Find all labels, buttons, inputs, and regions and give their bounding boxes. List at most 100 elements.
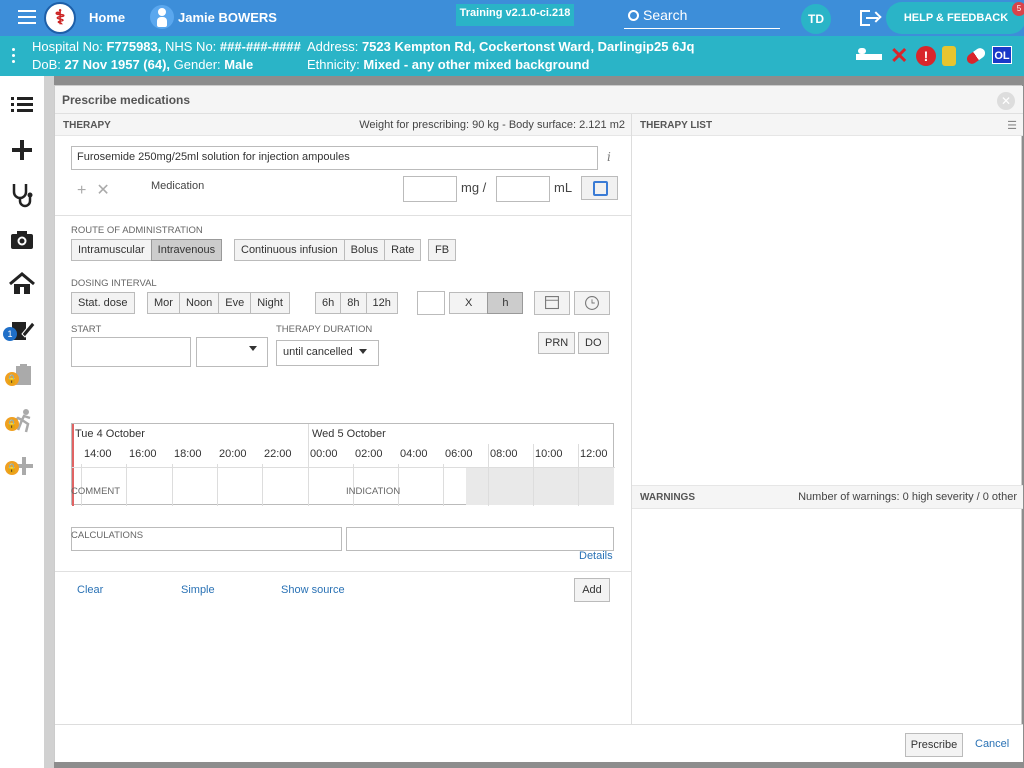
comment-label: COMMENT [71, 486, 121, 497]
patient-icon [150, 5, 174, 29]
patient-banner: Hospital No: F775983, NHS No: ###-###-##… [0, 36, 1024, 76]
more-options-icon[interactable] [12, 48, 16, 66]
bottle-icon[interactable] [942, 46, 956, 66]
6h-button[interactable]: 6h [315, 292, 342, 314]
duration-label: THERAPY DURATION [276, 324, 373, 335]
route-label: ROUTE OF ADMINISTRATION [71, 225, 203, 236]
bolus-button[interactable]: Bolus [343, 239, 386, 261]
medication-field[interactable]: Furosemide 250mg/25ml solution for injec… [71, 146, 598, 170]
pill-icon[interactable] [964, 46, 988, 66]
prn-button[interactable]: PRN [538, 332, 576, 354]
search-box[interactable]: Search [624, 5, 780, 29]
calculator-icon [593, 181, 608, 196]
interval-input[interactable] [417, 291, 445, 315]
calendar-icon[interactable] [534, 291, 570, 315]
remove-icon[interactable]: ✕ [96, 182, 109, 199]
therapy-panel: THERAPY Weight for prescribing: 90 kg - … [55, 114, 631, 724]
unit-ml: mL [554, 180, 573, 195]
time-of-day-buttons: Mor Noon Eve Night [147, 292, 290, 314]
fb-button[interactable]: FB [428, 239, 457, 261]
noon-button[interactable]: Noon [178, 292, 220, 314]
dialog-footer: Prescribe Cancel [55, 724, 1023, 762]
prescribe-button[interactable]: Prescribe [905, 733, 963, 757]
dose-mg-input[interactable] [403, 176, 457, 202]
add-icon[interactable]: + [77, 182, 86, 199]
prn-group: PRN [538, 332, 576, 354]
day-label-1: Tue 4 October [75, 428, 145, 440]
help-feedback-button[interactable]: HELP & FEEDBACK [886, 2, 1024, 34]
exclamation-alert-icon[interactable]: ! [916, 46, 936, 66]
do-group: DO [578, 332, 609, 354]
dosing-label: DOSING INTERVAL [71, 278, 157, 289]
morning-button[interactable]: Mor [147, 292, 180, 314]
close-icon[interactable]: ✕ [997, 92, 1015, 110]
logout-icon[interactable] [860, 10, 880, 26]
lock-icon: 🔒 [5, 417, 19, 431]
clear-link[interactable]: Clear [77, 584, 103, 596]
hour-tick: 04:00 [400, 448, 428, 460]
route-intramuscular[interactable]: Intramuscular [71, 239, 152, 261]
indication-input[interactable] [346, 527, 614, 551]
start-time-select[interactable] [196, 337, 268, 367]
hour-tick: 06:00 [445, 448, 473, 460]
warnings-title: WARNINGS [640, 492, 695, 503]
camera-icon[interactable] [8, 226, 36, 254]
times-button[interactable]: X [449, 292, 489, 314]
patient-name[interactable]: Jamie BOWERS [178, 10, 277, 25]
show-source-link[interactable]: Show source [281, 584, 345, 596]
cross-alert-icon[interactable]: ✕ [890, 45, 910, 67]
continuous-infusion-button[interactable]: Continuous infusion [234, 239, 345, 261]
cancel-link[interactable]: Cancel [975, 738, 1009, 750]
info-icon[interactable]: i [607, 150, 617, 164]
night-button[interactable]: Night [250, 292, 290, 314]
hour-tick: 12:00 [580, 448, 608, 460]
stat-dose-button[interactable]: Stat. dose [71, 292, 135, 314]
list-menu-icon[interactable]: ☰ [1007, 119, 1017, 132]
menu-icon[interactable] [18, 10, 36, 26]
fb-group: FB [428, 239, 457, 261]
evening-button[interactable]: Eve [218, 292, 252, 314]
calculator-button[interactable] [581, 176, 618, 200]
build-badge: Training v2.1.0-ci.218 [456, 4, 574, 26]
calculations-label: CALCULATIONS [71, 530, 144, 541]
dose-ml-input[interactable] [496, 176, 550, 202]
duration-select[interactable]: until cancelled [276, 340, 379, 366]
hour-tick: 08:00 [490, 448, 518, 460]
hour-tick: 20:00 [219, 448, 247, 460]
home-link[interactable]: Home [89, 10, 125, 25]
add-icon[interactable] [8, 136, 36, 164]
hours-button[interactable]: h [487, 292, 524, 314]
stethoscope-icon[interactable] [8, 180, 36, 208]
user-avatar[interactable]: TD [801, 4, 831, 34]
list-icon[interactable] [8, 91, 36, 119]
bed-icon[interactable] [856, 46, 882, 66]
day-label-2: Wed 5 October [312, 428, 386, 440]
hour-tick: 00:00 [310, 448, 338, 460]
route-intravenous[interactable]: Intravenous [150, 239, 223, 261]
add-button[interactable]: Add [574, 578, 610, 602]
chevron-down-icon [358, 349, 367, 354]
help-badge: 5 [1012, 2, 1024, 16]
patient-demographics: DoB: 27 Nov 1957 (64), Gender: Male [32, 57, 254, 72]
warnings-info: Number of warnings: 0 high severity / 0 … [798, 491, 1017, 503]
warnings-header: WARNINGS Number of warnings: 0 high seve… [632, 485, 1023, 509]
12h-button[interactable]: 12h [365, 292, 398, 314]
route-buttons: Intramuscular Intravenous [71, 239, 223, 261]
start-date-input[interactable] [71, 337, 191, 367]
ol-badge[interactable]: OL [992, 46, 1012, 64]
therapy-list-title: THERAPY LIST [640, 120, 713, 131]
lock-icon: 🔒 [5, 372, 19, 386]
dialog-title: Prescribe medications [62, 93, 191, 107]
schedule-timeline[interactable]: Tue 4 October Wed 5 October 14:00 16:00 … [71, 423, 615, 506]
medication-label: Medication [151, 180, 205, 192]
do-button[interactable]: DO [578, 332, 609, 354]
clock-icon[interactable] [574, 291, 610, 315]
home-care-icon[interactable] [8, 270, 36, 298]
details-link[interactable]: Details [579, 550, 613, 562]
search-label: Search [643, 7, 688, 23]
rate-button[interactable]: Rate [384, 239, 422, 261]
8h-button[interactable]: 8h [340, 292, 367, 314]
simple-link[interactable]: Simple [181, 584, 215, 596]
interval-unit-buttons: X h [449, 292, 524, 314]
hour-tick: 14:00 [84, 448, 112, 460]
